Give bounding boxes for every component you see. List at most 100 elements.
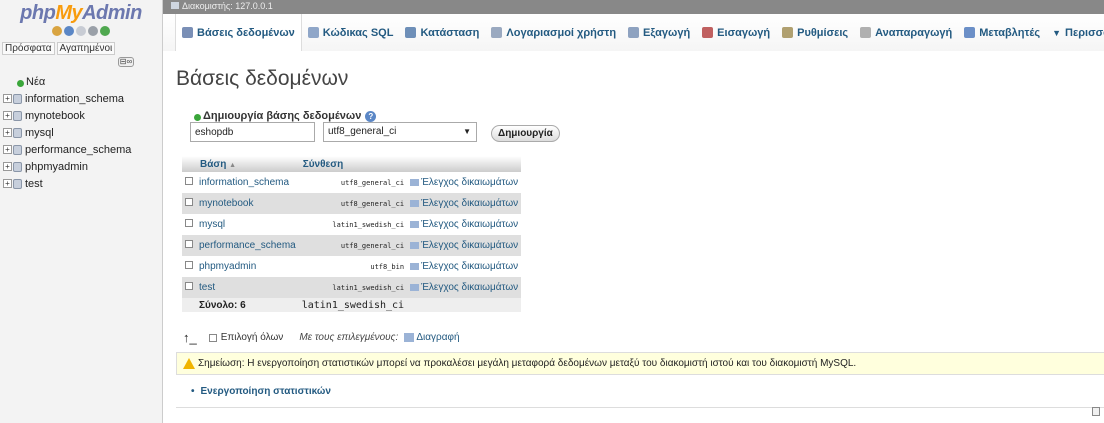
home-icon[interactable] bbox=[52, 26, 62, 36]
server-label: Διακομιστής: 127.0.0.1 bbox=[182, 1, 273, 11]
new-database-icon bbox=[190, 111, 201, 121]
tab-label: Βάσεις δεδομένων bbox=[197, 26, 295, 39]
logo-php: php bbox=[20, 2, 56, 24]
check-privileges-link[interactable]: Έλεγχος δικαιωμάτων bbox=[407, 172, 522, 193]
tab-databases[interactable]: Βάσεις δεδομένων bbox=[175, 14, 302, 51]
nav-tabs: Πρόσφατα Αγαπημένοι bbox=[2, 42, 162, 55]
row-checkbox[interactable] bbox=[185, 240, 193, 248]
tree-item-new[interactable]: Νέα bbox=[3, 73, 131, 90]
tab-status[interactable]: Κατάσταση bbox=[399, 14, 485, 51]
database-link[interactable]: test bbox=[196, 277, 299, 298]
settings-icon[interactable] bbox=[88, 26, 98, 36]
tab-variables[interactable]: Μεταβλητές bbox=[958, 14, 1046, 51]
tab-recent[interactable]: Πρόσφατα bbox=[2, 42, 55, 55]
create-button[interactable]: Δημιουργία bbox=[491, 125, 560, 142]
check-privileges-link[interactable]: Έλεγχος δικαιωμάτων bbox=[407, 193, 522, 214]
wrench-icon bbox=[782, 27, 794, 38]
tab-export[interactable]: Εξαγωγή bbox=[622, 14, 696, 51]
row-checkbox[interactable] bbox=[185, 219, 193, 227]
variables-icon bbox=[964, 27, 976, 38]
tree-item-mysql[interactable]: + mysql bbox=[3, 124, 131, 141]
expand-icon[interactable]: + bbox=[3, 128, 12, 137]
tree-item-label: mynotebook bbox=[25, 109, 85, 122]
collapse-all-button[interactable]: ⊟∞ bbox=[118, 57, 134, 67]
databases-table: Βάση ▲ Σύνθεση information_schema utf8_g… bbox=[182, 156, 522, 312]
tab-replication[interactable]: Αναπαραγωγή bbox=[854, 14, 958, 51]
check-privileges-label: Έλεγχος δικαιωμάτων bbox=[421, 282, 519, 293]
collation-select[interactable]: utf8_general_ci ▼ bbox=[323, 122, 477, 142]
select-all-checkbox[interactable] bbox=[208, 333, 217, 342]
collation-value: utf8_bin bbox=[298, 256, 408, 277]
tab-user-accounts[interactable]: Λογαριασμοί χρήστη bbox=[485, 14, 622, 51]
drop-selected-link[interactable]: Διαγραφή bbox=[416, 332, 459, 343]
database-link[interactable]: mynotebook bbox=[196, 193, 299, 214]
select-all-label[interactable]: Επιλογή όλων bbox=[221, 332, 284, 343]
create-database-label: Δημιουργία βάσης δεδομένων bbox=[203, 110, 362, 122]
check-privileges-link[interactable]: Έλεγχος δικαιωμάτων bbox=[407, 277, 522, 298]
bulk-actions: ↑_ Επιλογή όλων Με τους επιλεγμένους: Δι… bbox=[183, 330, 460, 345]
check-privileges-link[interactable]: Έλεγχος δικαιωμάτων bbox=[407, 214, 522, 235]
header-database[interactable]: Βάση ▲ bbox=[196, 156, 299, 172]
help-icon[interactable]: ? bbox=[365, 110, 377, 122]
check-privileges-link[interactable]: Έλεγχος δικαιωμάτων bbox=[407, 256, 522, 277]
privileges-icon bbox=[410, 178, 420, 186]
sort-asc-icon: ▲ bbox=[229, 161, 237, 169]
server-breadcrumb[interactable]: Διακομιστής: 127.0.0.1 bbox=[163, 0, 1104, 14]
row-checkbox[interactable] bbox=[185, 177, 193, 185]
console-icon[interactable] bbox=[1092, 407, 1100, 416]
tab-more[interactable]: ▼ Περισσότερα bbox=[1046, 14, 1104, 51]
tab-sql[interactable]: Κώδικας SQL bbox=[302, 14, 400, 51]
warning-icon bbox=[183, 358, 195, 369]
tree-item-test[interactable]: + test bbox=[3, 175, 131, 192]
table-header-row: Βάση ▲ Σύνθεση bbox=[182, 156, 522, 172]
expand-icon[interactable]: + bbox=[3, 179, 12, 188]
docs-icon[interactable] bbox=[76, 26, 86, 36]
tab-label: Εξαγωγή bbox=[643, 26, 691, 39]
database-name-input[interactable] bbox=[190, 122, 315, 142]
status-icon bbox=[405, 27, 417, 38]
collation-selected-value: utf8_general_ci bbox=[328, 126, 397, 137]
phpmyadmin-logo[interactable]: phpMyAdmin bbox=[0, 2, 162, 25]
table-row: mynotebook utf8_general_ci Έλεγχος δικαι… bbox=[182, 193, 522, 214]
tab-label: Κώδικας SQL bbox=[322, 26, 394, 39]
database-link[interactable]: information_schema bbox=[196, 172, 299, 193]
row-checkbox[interactable] bbox=[185, 261, 193, 269]
row-checkbox-cell bbox=[182, 172, 196, 193]
tab-import[interactable]: Εισαγωγή bbox=[696, 14, 776, 51]
tab-label: Λογαριασμοί χρήστη bbox=[506, 26, 617, 39]
server-icon bbox=[171, 2, 179, 9]
tree-item-mynotebook[interactable]: + mynotebook bbox=[3, 107, 131, 124]
row-checkbox[interactable] bbox=[185, 198, 193, 206]
top-menubar: Βάσεις δεδομένων Κώδικας SQL Κατάσταση Λ… bbox=[163, 14, 1104, 51]
database-icon bbox=[13, 93, 22, 104]
expand-icon[interactable]: + bbox=[3, 162, 12, 171]
tree-item-performance-schema[interactable]: + performance_schema bbox=[3, 141, 131, 158]
tree-item-label: performance_schema bbox=[25, 143, 132, 156]
logout-icon[interactable] bbox=[64, 26, 74, 36]
tab-favorites[interactable]: Αγαπημένοι bbox=[56, 42, 116, 55]
enable-statistics-link[interactable]: Ενεργοποίηση στατιστικών bbox=[191, 386, 331, 397]
main-content: Βάσεις δεδομένων Δημιουργία βάσης δεδομέ… bbox=[163, 51, 1104, 423]
header-actions bbox=[407, 156, 522, 172]
top-menu: Βάσεις δεδομένων Κώδικας SQL Κατάσταση Λ… bbox=[163, 14, 1104, 51]
total-label: Σύνολο: 6 bbox=[196, 298, 299, 312]
database-link[interactable]: mysql bbox=[196, 214, 299, 235]
expand-icon[interactable]: + bbox=[3, 94, 12, 103]
reload-icon[interactable] bbox=[100, 26, 110, 36]
database-link[interactable]: phpmyadmin bbox=[196, 256, 299, 277]
tab-settings[interactable]: Ρυθμίσεις bbox=[776, 14, 854, 51]
collation-value: utf8_general_ci bbox=[298, 193, 408, 214]
tree-item-information-schema[interactable]: + information_schema bbox=[3, 90, 131, 107]
tree-item-phpmyadmin[interactable]: + phpmyadmin bbox=[3, 158, 131, 175]
header-database-label: Βάση bbox=[200, 158, 227, 170]
row-checkbox[interactable] bbox=[185, 282, 193, 290]
database-link[interactable]: performance_schema bbox=[196, 235, 299, 256]
expand-icon[interactable]: + bbox=[3, 111, 12, 120]
check-privileges-link[interactable]: Έλεγχος δικαιωμάτων bbox=[407, 235, 522, 256]
tab-label: Μεταβλητές bbox=[979, 26, 1041, 39]
row-checkbox-cell bbox=[182, 193, 196, 214]
check-privileges-label: Έλεγχος δικαιωμάτων bbox=[421, 198, 519, 209]
sql-icon bbox=[307, 27, 319, 38]
privileges-icon bbox=[410, 262, 420, 270]
expand-icon[interactable]: + bbox=[3, 145, 12, 154]
